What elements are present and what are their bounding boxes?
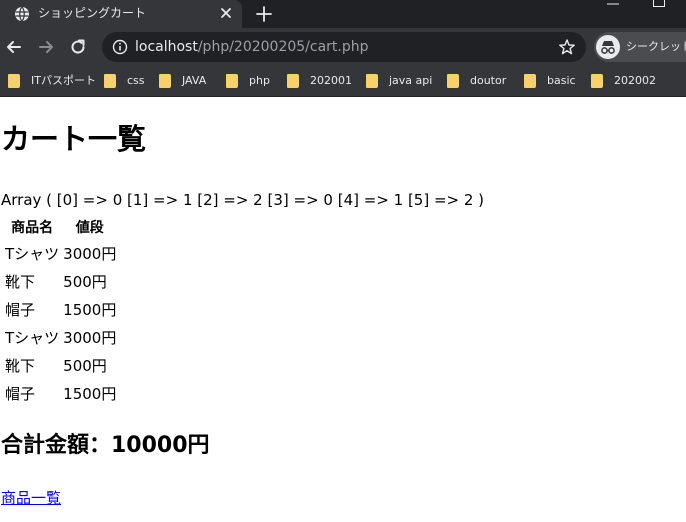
tab-title: ショッピングカート [38,6,147,20]
page-content: カート一覧 Array ( [0] => 0 [1] => 1 [2] => 2… [0,98,686,522]
globe-icon [15,6,29,22]
folder-icon [159,74,171,88]
table-row: Tシャツ 3000円 [4,240,117,266]
table-header-row: 商品名 値段 [4,216,117,238]
array-dump-text: Array ( [0] => 0 [1] => 1 [2] => 2 [3] =… [1,191,485,209]
product-name-cell: 帽子 [5,384,36,403]
bookmark-item[interactable]: JAVA [159,73,206,89]
bookmark-label: doutor [470,74,507,87]
product-name-cell: 靴下 [5,356,36,375]
bookmark-label: ITパスポート [31,74,96,87]
column-header-price: 値段 [75,220,104,236]
back-arrow-icon[interactable] [4,37,24,57]
bookmark-label: 202001 [310,74,352,87]
incognito-button[interactable]: シークレット [594,32,686,62]
info-icon[interactable] [112,39,128,55]
folder-icon [104,74,116,88]
table-row: 靴下 500円 [4,268,117,294]
bookmark-item[interactable]: java api [366,73,432,89]
minimize-icon[interactable] [606,0,620,8]
address-bar[interactable]: localhost/php/20200205/cart.php [102,32,586,62]
bookmark-label: css [127,74,145,87]
price-cell: 500円 [63,356,107,375]
product-list-link[interactable]: 商品一覧 [1,488,61,508]
bookmark-label: JAVA [182,74,207,87]
bookmark-item[interactable]: doutor [447,73,506,89]
total-amount: 合計金額：10000円 [1,433,210,458]
bookmarks-bar: ITパスポート css JAVA php 202001 java api dou… [0,66,686,97]
product-name-cell: Tシャツ [5,328,60,347]
price-cell: 3000円 [63,328,117,347]
folder-icon [591,74,603,88]
browser-tab[interactable]: ショッピングカート [0,0,242,28]
url-host: localhost [135,39,198,55]
bookmark-item[interactable]: php [226,73,270,89]
folder-icon [366,74,378,88]
table-row: 靴下 500円 [4,352,117,378]
price-cell: 1500円 [63,300,117,319]
maximize-icon[interactable] [652,0,666,8]
cart-table: 商品名 値段 Tシャツ 3000円 靴下 500円 帽子 1500円 Tシャツ … [2,214,119,408]
incognito-label: シークレット [626,40,686,53]
url-text: localhost/php/20200205/cart.php [135,39,369,55]
bookmark-item[interactable]: basic [524,73,576,89]
table-row: Tシャツ 3000円 [4,324,117,350]
bookmark-label: basic [547,74,576,87]
product-name-cell: 帽子 [5,300,36,319]
price-cell: 500円 [63,272,107,291]
bookmark-item[interactable]: 202001 [287,73,352,89]
reload-icon[interactable] [68,37,88,57]
column-header-product: 商品名 [11,220,54,236]
close-icon[interactable] [217,4,235,22]
bookmark-label: php [249,74,270,87]
url-path: /php/20200205/cart.php [197,39,369,55]
table-row: 帽子 1500円 [4,296,117,322]
price-cell: 1500円 [63,384,117,403]
bookmark-item[interactable]: css [104,73,145,89]
tab-strip: ショッピングカート [0,0,686,28]
bookmark-item[interactable]: 202002 [591,73,656,89]
product-name-cell: Tシャツ [5,244,60,263]
incognito-icon [596,35,620,59]
bookmark-label: java api [389,74,433,87]
forward-arrow-icon[interactable] [36,37,56,57]
price-cell: 3000円 [63,244,117,263]
folder-icon [447,74,459,88]
folder-icon [524,74,536,88]
bookmark-star-icon[interactable] [558,38,576,56]
table-row: 帽子 1500円 [4,380,117,406]
bookmark-item[interactable]: ITパスポート [8,73,96,89]
product-name-cell: 靴下 [5,272,36,291]
folder-icon [287,74,299,88]
browser-toolbar: localhost/php/20200205/cart.php シークレット [0,28,686,66]
new-tab-icon[interactable] [254,4,274,24]
folder-icon [226,74,238,88]
folder-icon [8,74,20,88]
bookmark-label: 202002 [614,74,656,87]
page-title: カート一覧 [1,122,147,156]
